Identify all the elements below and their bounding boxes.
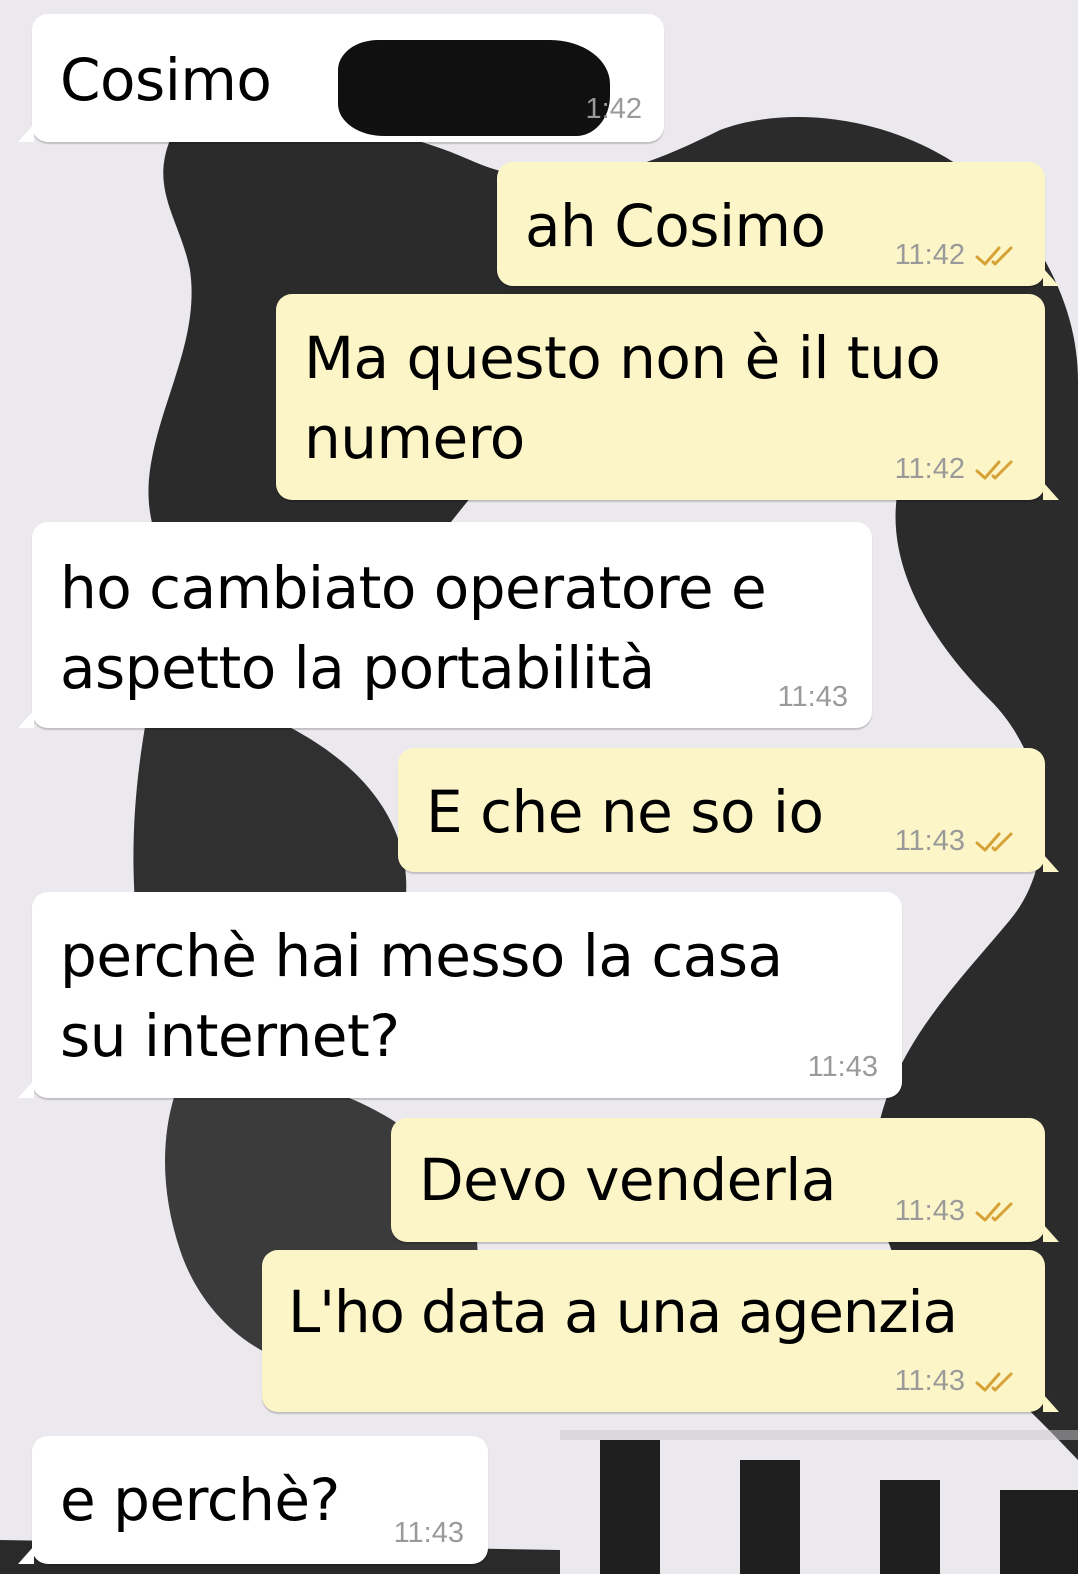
double-check-read-icon [975,832,1013,851]
double-check-read-icon [975,1372,1013,1391]
message-list[interactable]: Cosimo 1:42 ah Cosimo 11:42 Ma questo no… [0,0,1078,1574]
message-time: 11:43 [393,1517,464,1549]
message-bubble-outgoing[interactable]: Devo venderla 11:43 [391,1118,1059,1242]
message-time: 11:42 [894,239,965,271]
double-check-read-icon [975,1202,1013,1221]
message-bubble-incoming[interactable]: perchè hai messo la casa su internet? 11… [18,892,902,1098]
message-bubble-incoming[interactable]: ho cambiato operatore e aspetto la porta… [18,522,872,728]
message-text-line: perchè hai messo la casa [60,922,783,990]
bubble-tail [18,710,34,728]
message-text: e perchè? [60,1466,340,1534]
bubble-tail [1043,1394,1059,1412]
bubble-tail [1043,854,1059,872]
redaction-mark [338,40,610,136]
message-time: 11:43 [777,681,848,713]
bubble-tail [18,1546,34,1564]
message-text: ah Cosimo [525,192,826,260]
message-bubble-outgoing[interactable]: L'ho data a una agenzia 11:43 [262,1250,1059,1412]
bubble-tail [1043,482,1059,500]
bubble-tail [18,1080,34,1098]
message-text: E che ne so io [426,778,824,846]
message-bubble-outgoing[interactable]: ah Cosimo 11:42 [497,162,1059,286]
bubble-tail [18,124,34,142]
double-check-read-icon [975,246,1013,265]
message-text-line: ho cambiato operatore e [60,554,767,622]
bubble-tail [1043,268,1059,286]
double-check-read-icon [975,460,1013,479]
message-text: L'ho data a una agenzia [288,1278,958,1346]
message-bubble-outgoing[interactable]: E che ne so io 11:43 [398,748,1059,872]
message-text-line: aspetto la portabilità [60,634,655,702]
message-time: 11:42 [894,453,965,485]
bubble-tail [1043,1224,1059,1242]
message-time: 11:43 [894,825,965,857]
message-bubble-outgoing[interactable]: Ma questo non è il tuo numero 11:42 [276,294,1059,500]
message-time: 11:43 [894,1195,965,1227]
message-time: 11:43 [894,1365,965,1397]
message-text-line: su internet? [60,1002,400,1070]
message-text-line: numero [304,404,525,472]
message-bubble-incoming[interactable]: e perchè? 11:43 [18,1436,488,1564]
message-bubble-incoming[interactable]: Cosimo 1:42 [18,14,664,142]
message-time: 11:43 [807,1051,878,1083]
message-time: 1:42 [585,93,642,125]
message-text-line: Ma questo non è il tuo [304,324,941,392]
message-text: Devo venderla [419,1146,836,1214]
message-text: Cosimo [60,46,272,114]
